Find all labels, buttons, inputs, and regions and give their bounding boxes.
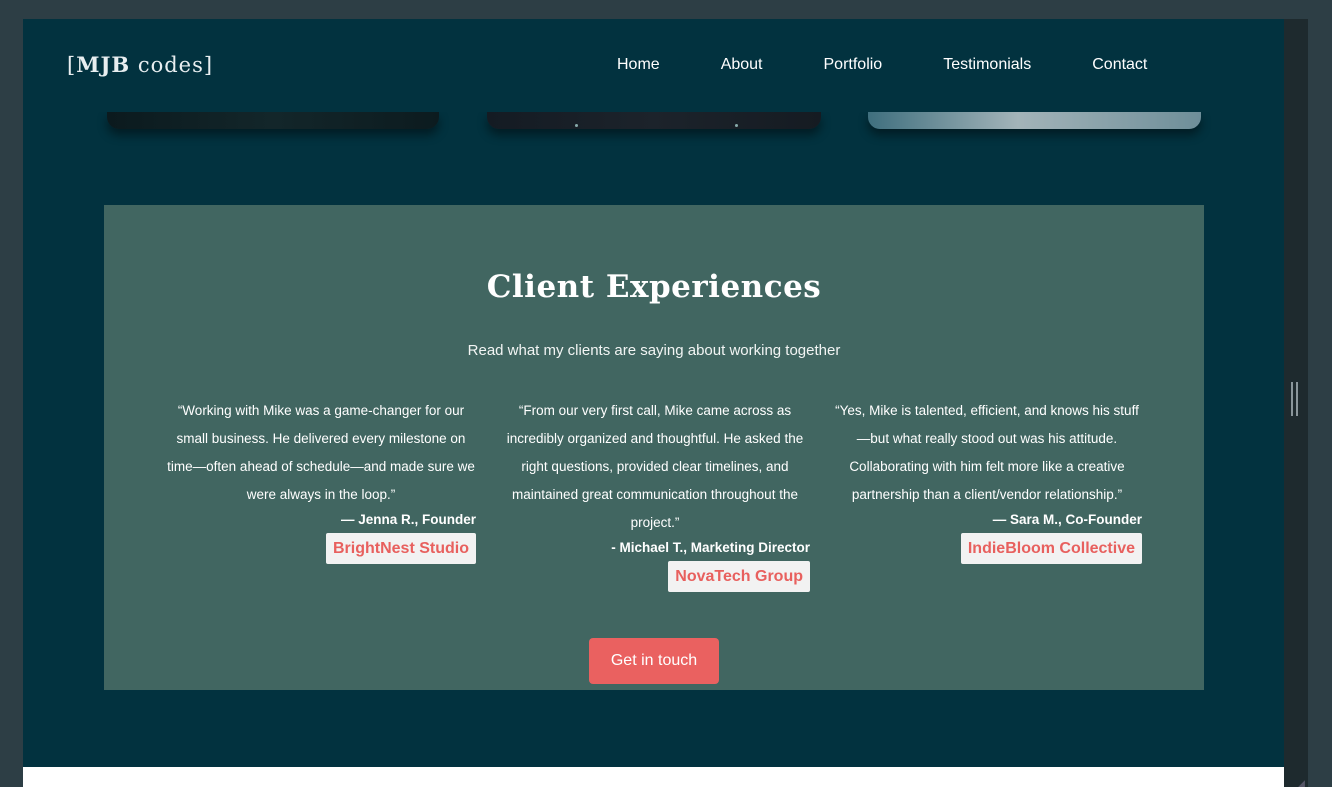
testimonials-section: Client Experiences Read what my clients … (104, 205, 1204, 690)
resize-handle-icon[interactable]: ◢ (1298, 778, 1305, 787)
testimonial-author: — Sara M., Co-Founder (992, 512, 1142, 527)
portfolio-card-image[interactable] (107, 112, 439, 129)
portfolio-card-image[interactable] (487, 112, 821, 129)
nav-link-about[interactable]: About (721, 56, 763, 74)
section-title: Client Experiences (486, 269, 822, 305)
testimonial-quote: “From our very first call, Mike came acr… (506, 403, 804, 530)
testimonial-card: “Yes, Mike is talented, efficient, and k… (832, 397, 1142, 564)
nav-links: Home About Portfolio Testimonials Contac… (617, 56, 1147, 74)
testimonial-author: - Michael T., Marketing Director (611, 540, 810, 555)
company-link-novatech[interactable]: NovaTech Group (668, 561, 810, 592)
site-logo[interactable]: [MJB codes] (67, 52, 213, 77)
logo-initials: MJB (76, 52, 131, 77)
testimonial-quote: “Working with Mike was a game-changer fo… (167, 403, 475, 502)
get-in-touch-button[interactable]: Get in touch (589, 638, 719, 684)
testimonial-card: “From our very first call, Mike came acr… (500, 397, 810, 592)
testimonial-card: “Working with Mike was a game-changer fo… (166, 397, 476, 564)
footer-edge (23, 767, 1284, 787)
scrollbar-grip-icon[interactable] (1291, 382, 1298, 416)
logo-text: codes] (130, 53, 214, 77)
testimonial-quote: “Yes, Mike is talented, efficient, and k… (835, 403, 1139, 502)
navbar: [MJB codes] Home About Portfolio Testimo… (23, 19, 1284, 112)
section-subtitle: Read what my clients are saying about wo… (467, 342, 841, 359)
company-link-brightnest[interactable]: BrightNest Studio (326, 533, 476, 564)
nav-link-contact[interactable]: Contact (1092, 56, 1147, 74)
company-link-indiebloom[interactable]: IndieBloom Collective (960, 533, 1142, 564)
browser-viewport: [MJB codes] Home About Portfolio Testimo… (23, 19, 1284, 787)
nav-link-portfolio[interactable]: Portfolio (824, 56, 883, 74)
image-detail (735, 124, 738, 127)
nav-link-testimonials[interactable]: Testimonials (943, 56, 1031, 74)
logo-bracket-open: [ (67, 53, 77, 77)
image-detail (575, 124, 578, 127)
portfolio-card-image[interactable] (868, 112, 1201, 129)
testimonial-author: — Jenna R., Founder (340, 512, 476, 527)
nav-link-home[interactable]: Home (617, 56, 660, 74)
